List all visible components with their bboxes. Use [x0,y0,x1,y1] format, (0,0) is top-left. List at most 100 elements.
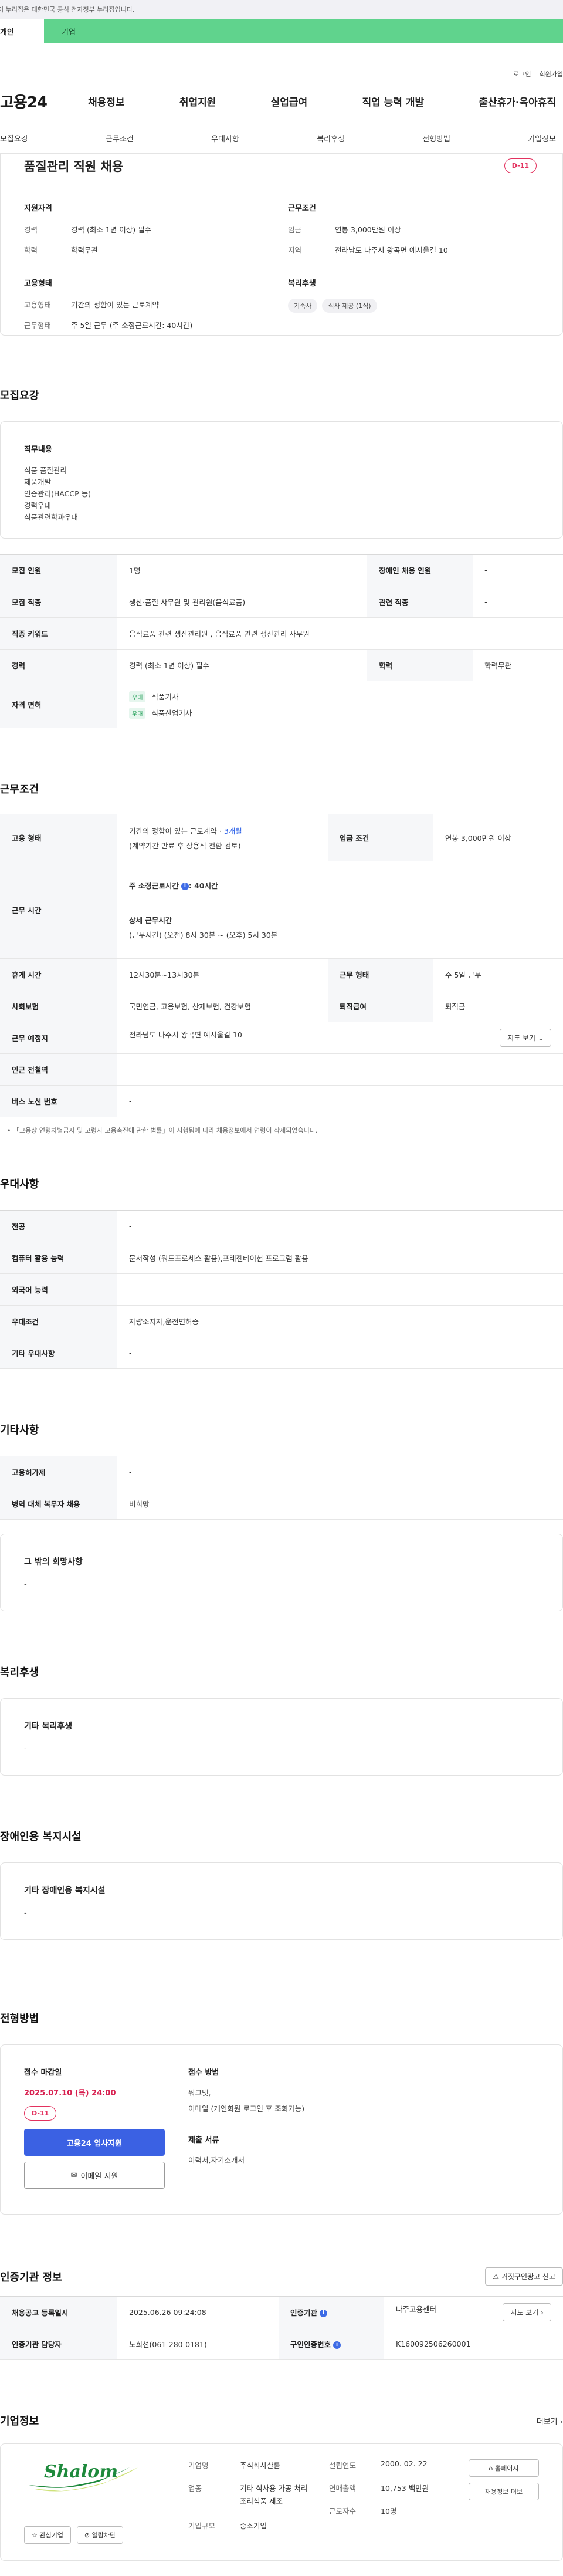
subtab-selection[interactable]: 전형방법 [422,133,450,144]
report-button[interactable]: ⚠ 거짓구인광고 신고 [485,2267,563,2286]
table-row: 인근 전철역 - [0,1053,563,1086]
subtab-company[interactable]: 기업정보 [528,133,556,144]
subtab-prefer[interactable]: 우대사항 [211,133,239,144]
table-row: 모집 인원 1명 장애인 채용 인원 - [0,554,563,586]
company-logo-text: Shalom [44,2462,118,2482]
table-row: 근무 시간 주 소정근로시간 i: 40시간 상세 근무시간 (근무시간) (오전… [0,861,563,959]
cell-header: 모집 직종 [0,586,117,618]
table-row: 우대조건 자량소지자,운전면허증 [0,1305,563,1337]
cell: 기간의 정함이 있는 근로계약 · 3개월 (계약기간 만료 후 상용직 전환 검… [117,814,328,861]
subtab-welfare[interactable]: 복리후생 [317,133,345,144]
established-value: 2000. 02. 22 [381,2459,428,2468]
cell: - [117,1337,563,1369]
table-row: 컴퓨터 활용 능력 문서작성 (워드프로세스 활용),프레젠테이션 프로그램 활용 [0,1242,563,1274]
duty-line: 인증관리(HACCP 등) [24,489,91,498]
emptype-value: 기간의 정함이 있는 근로계약 [71,300,159,309]
subtab-recruit[interactable]: 모집요강 [0,133,28,144]
member-type-tabs: 개인 기업 [0,19,563,43]
method-heading: 접수 방법 [188,2068,219,2077]
agency-map-button[interactable]: 지도 보기 › [503,2303,551,2321]
prefer-table: 전공 - 컴퓨터 활용 능력 문서작성 (워드프로세스 활용),프레젠테이션 프로그… [0,1210,563,1369]
cell-header: 임금 조건 [327,814,433,861]
gnb-item-leave[interactable]: 출산휴가·육아휴직 [479,94,556,109]
cell-header: 구인인증번호 i [279,2328,385,2360]
info-icon[interactable]: i [181,883,189,890]
subtab-conditions[interactable]: 근무조건 [106,133,134,144]
extra-wish-value: - [24,1580,27,1589]
more-jobs-button[interactable]: 채용정보 더보 [469,2483,539,2500]
other-table: 고용허가제 - 병역 대체 복무자 채용 비희망 [0,1456,563,1520]
label: 경력 [24,225,38,234]
cell-header: 근무 형태 [327,958,433,990]
cell-header: 자격 면허 [0,681,117,728]
cell: 음식료품 관련 생산관리원 , 음식료품 관련 생산관리 사무원 [117,617,563,650]
deadline-heading: 접수 마감일 [24,2068,62,2077]
section-title-prefer: 우대사항 [0,1178,39,1191]
conditions-section: 근무조건 고용 형태 기간의 정함이 있는 근로계약 · 3개월 (계약기간 만료 … [0,781,563,1135]
disabled-facility-heading: 기타 장애인용 복지시설 [24,1886,106,1895]
chevron-right-icon: › [541,2308,544,2317]
company-card: Shalom ☆ 관심기업 ⊘ 열람차단 기업명 주식회사샬롬 업종 기타 식사용 … [0,2443,563,2561]
tab-company-label: 기업 [62,28,76,37]
table-row: 버스 노선 번호 - [0,1085,563,1117]
join-link[interactable]: 회원가입 [540,69,563,80]
label: 기업규모 [188,2521,216,2530]
gov-banner: 이 누리집은 대한민국 공식 전자정부 누리집입니다. [0,0,563,19]
label: 업종 [188,2484,202,2493]
agency-section: 인증기관 정보 ⚠ 거짓구인광고 신고 채용공고 등록일시 2025.06.26 … [0,2267,563,2360]
homepage-button[interactable]: ⌂ 홈페이지 [469,2459,539,2477]
cell-header: 학력 [367,649,473,681]
cell: 주 소정근로시간 i: 40시간 상세 근무시간 (근무시간) (오전) 8시 3… [117,861,563,959]
map-button[interactable]: 지도 보기 ⌄ [500,1029,551,1047]
email-apply-button[interactable]: ✉ 이메일 지원 [24,2162,165,2189]
company-more-link[interactable]: 더보기 › [537,2415,563,2426]
recruit-table: 모집 인원 1명 장애인 채용 인원 - 모집 직종 생산·품질 사무원 및 관리원(음… [0,554,563,728]
duty-heading: 직무내용 [24,445,52,454]
cell: 퇴직금 [433,990,563,1022]
login-link[interactable]: 로그인 [513,69,531,80]
info-icon[interactable]: i [333,2341,341,2349]
cell-header: 경력 [0,649,117,681]
page-bottom-spacer [0,2561,563,2576]
welfare-block: 복리후생 기숙사 식사 제공 (1식) [288,277,523,313]
cell-header: 고용허가제 [0,1456,117,1488]
cell-header: 전공 [0,1210,117,1242]
chevron-right-icon: › [559,2417,563,2426]
site-logo[interactable]: 고용24 [0,90,88,112]
info-icon[interactable]: i [320,2310,328,2317]
report-button-label: 거짓구인광고 신고 [501,2273,555,2281]
company-name-value: 주식회사샬롬 [240,2461,281,2470]
gnb-item-unemployment-benefit[interactable]: 실업급여 [271,94,308,109]
table-row: 전공 - [0,1210,563,1242]
cell: 비희망 [117,1488,563,1520]
disabled-facility-section: 장애인용 복지시설 기타 장애인용 복지시설 - [0,1828,563,1940]
block-view-button[interactable]: ⊘ 열람차단 [76,2526,124,2544]
gov-banner-text: 이 누리집은 대한민국 공식 전자정부 누리집입니다. [0,6,135,13]
qualification-block: 지원자격 경력 경력 (최소 1년 이상) 필수 학력 학력무관 [24,202,259,265]
apply-button[interactable]: 고용24 입사지원 [24,2129,165,2156]
cell-header: 컴퓨터 활용 능력 [0,1242,117,1274]
method-line: 워크넷, [188,2088,211,2097]
homepage-label: 홈페이지 [495,2465,519,2472]
section-title-other: 기타사항 [0,1424,39,1436]
favorite-company-button[interactable]: ☆ 관심기업 [24,2526,71,2544]
agency-table: 채용공고 등록일시 2025.06.26 09:24:08 인증기관 i 나주고용센터 지… [0,2296,563,2360]
org-label: 인증기관 [290,2308,318,2317]
chevron-down-icon: ⌄ [537,1034,544,1042]
cell: 생산·품질 사무원 및 관리원(음식료품) [117,586,368,618]
duty-line: 제품개발 [24,478,52,486]
hours-detail-label: 상세 근무시간 [129,916,172,925]
gnb-item-jobs[interactable]: 채용정보 [88,94,125,109]
tab-company[interactable]: 기업 [44,19,563,43]
section-title-selection: 전형방법 [0,2013,39,2025]
gnb-item-employment-support[interactable]: 취업지원 [179,94,216,109]
license-name: 식품산업기사 [151,708,192,718]
age-note: • 「고용상 연령차별금지 및 고령자 고용촉진에 관한 법률」이 시행됨에 따… [0,1125,563,1135]
tab-individual[interactable]: 개인 [0,19,44,43]
cell: 우대 식품기사 우대 식품산업기사 [117,681,563,728]
gnb-item-training[interactable]: 직업 능력 개발 [362,94,424,109]
home-icon: ⌂ [489,2465,495,2472]
dday-badge: D-11 [504,158,537,173]
method-line: 이메일 (개인회원 로그인 후 조회가능) [188,2104,305,2113]
cell: 나주고용센터 지도 보기 › [384,2296,563,2328]
